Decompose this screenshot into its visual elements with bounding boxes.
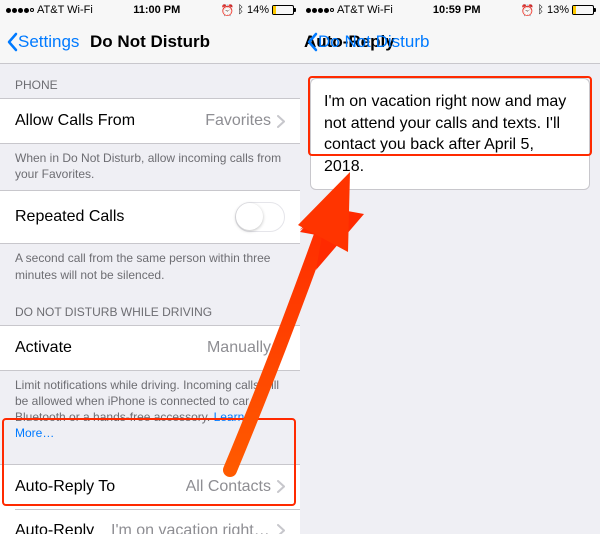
cell-label: Repeated Calls <box>15 208 124 226</box>
alarm-icon: ⏰ <box>221 4 235 17</box>
chevron-left-icon <box>306 32 318 52</box>
chevron-right-icon <box>277 524 285 534</box>
back-label: Settings <box>18 32 79 52</box>
auto-reply-row[interactable]: Auto-Reply I'm on vacation right now an… <box>0 509 300 534</box>
chevron-left-icon <box>6 32 18 52</box>
status-bar: AT&T Wi-Fi 10:59 PM ⏰ ᛒ 13% <box>300 0 600 20</box>
carrier-label: AT&T Wi-Fi <box>37 4 93 16</box>
battery-pct: 13% <box>547 4 569 16</box>
repeated-calls-row[interactable]: Repeated Calls <box>0 191 300 243</box>
cell-label: Allow Calls From <box>15 112 135 130</box>
battery-icon <box>272 5 294 15</box>
repeated-calls-toggle[interactable] <box>235 202 285 232</box>
section-header-driving: DO NOT DISTURB WHILE DRIVING <box>0 291 300 325</box>
cell-label: Auto-Reply To <box>15 478 115 496</box>
section-footer: Limit notifications while driving. Incom… <box>0 371 300 450</box>
back-button[interactable]: Do Not Disturb <box>306 32 429 52</box>
activate-row[interactable]: Activate Manually <box>0 326 300 370</box>
status-bar: AT&T Wi-Fi 11:00 PM ⏰ ᛒ 14% <box>0 0 300 20</box>
clock: 10:59 PM <box>433 4 481 16</box>
back-label: Do Not Disturb <box>318 32 429 52</box>
chevron-right-icon <box>277 341 285 354</box>
cell-value: Manually <box>207 339 271 357</box>
battery-pct: 14% <box>247 4 269 16</box>
cell-label: Auto-Reply <box>15 522 94 534</box>
cell-value: All Contacts <box>186 478 271 496</box>
back-button[interactable]: Settings <box>6 32 79 52</box>
right-screen: AT&T Wi-Fi 10:59 PM ⏰ ᛒ 13% Do Not Distu… <box>300 0 600 534</box>
section-header-phone: PHONE <box>0 64 300 98</box>
alarm-icon: ⏰ <box>521 4 535 17</box>
section-footer: When in Do Not Disturb, allow incoming c… <box>0 144 300 190</box>
auto-reply-to-row[interactable]: Auto-Reply To All Contacts <box>0 465 300 509</box>
nav-bar: Do Not Disturb Auto-Reply <box>300 20 600 64</box>
cell-label: Activate <box>15 339 72 357</box>
carrier-label: AT&T Wi-Fi <box>337 4 393 16</box>
battery-icon <box>572 5 594 15</box>
page-title: Do Not Disturb <box>90 32 210 52</box>
allow-calls-from-row[interactable]: Allow Calls From Favorites <box>0 99 300 143</box>
signal-icon <box>6 8 34 13</box>
nav-bar: Settings Do Not Disturb <box>0 20 300 64</box>
bluetooth-icon: ᛒ <box>537 4 544 16</box>
signal-icon <box>306 8 334 13</box>
cell-value: Favorites <box>205 112 271 130</box>
clock: 11:00 PM <box>133 4 180 16</box>
bluetooth-icon: ᛒ <box>237 4 244 16</box>
cell-value: I'm on vacation right now an… <box>111 522 271 534</box>
section-footer: A second call from the same person withi… <box>0 244 300 290</box>
left-screen: AT&T Wi-Fi 11:00 PM ⏰ ᛒ 14% Settings Do … <box>0 0 300 534</box>
chevron-right-icon <box>277 480 285 493</box>
auto-reply-message[interactable]: I'm on vacation right now and may not at… <box>310 78 590 190</box>
chevron-right-icon <box>277 115 285 128</box>
